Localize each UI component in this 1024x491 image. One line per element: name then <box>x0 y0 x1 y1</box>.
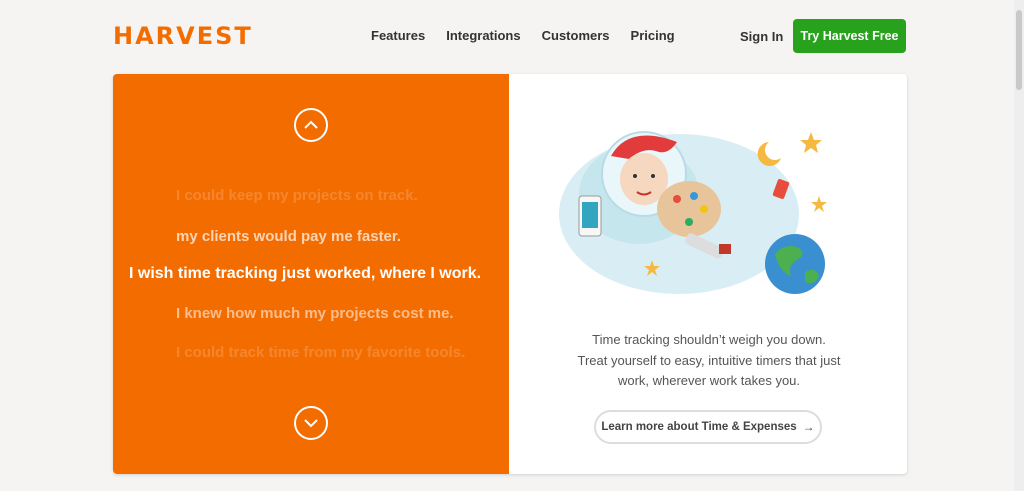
wish-item[interactable]: I could track time from my favorite tool… <box>176 344 465 361</box>
arrow-right-icon: → <box>802 420 815 434</box>
learn-more-label: Learn more about Time & Expenses <box>601 421 797 433</box>
scrollbar-thumb[interactable] <box>1016 10 1022 90</box>
nav-pricing[interactable]: Pricing <box>631 28 675 43</box>
harvest-logo[interactable]: HARVEST <box>113 22 253 50</box>
wish-item[interactable]: I knew how much my projects cost me. <box>176 305 454 322</box>
nav-integrations[interactable]: Integrations <box>446 28 520 43</box>
chevron-down-icon <box>304 419 318 428</box>
feature-description: Time tracking shouldn’t weigh you down. … <box>549 330 869 392</box>
feature-panel: Time tracking shouldn’t weigh you down. … <box>509 74 907 474</box>
learn-more-button[interactable]: Learn more about Time & Expenses → <box>594 410 822 444</box>
description-line: work, wherever work takes you. <box>617 373 801 388</box>
sign-in-link[interactable]: Sign In <box>740 29 783 44</box>
astronaut-illustration <box>559 131 827 294</box>
wish-item[interactable]: I could keep my projects on track. <box>176 187 418 204</box>
main-nav: Features Integrations Customers Pricing <box>371 28 695 43</box>
try-harvest-free-button[interactable]: Try Harvest Free <box>793 19 906 53</box>
nav-customers[interactable]: Customers <box>542 28 610 43</box>
wish-item-active[interactable]: I wish time tracking just worked, where … <box>129 265 481 283</box>
carousel-up-button[interactable] <box>294 108 328 142</box>
carousel-down-button[interactable] <box>294 406 328 440</box>
chevron-up-icon <box>304 120 318 129</box>
description-line: Treat yourself to easy, intuitive timers… <box>577 352 841 368</box>
scrollbar[interactable] <box>1014 0 1024 491</box>
wish-item[interactable]: my clients would pay me faster. <box>176 228 401 245</box>
description-line: Time tracking shouldn’t weigh you down. <box>592 332 826 347</box>
hero-card: I could keep my projects on track. my cl… <box>113 74 907 474</box>
wish-carousel: I could keep my projects on track. my cl… <box>113 74 509 474</box>
nav-features[interactable]: Features <box>371 28 425 43</box>
